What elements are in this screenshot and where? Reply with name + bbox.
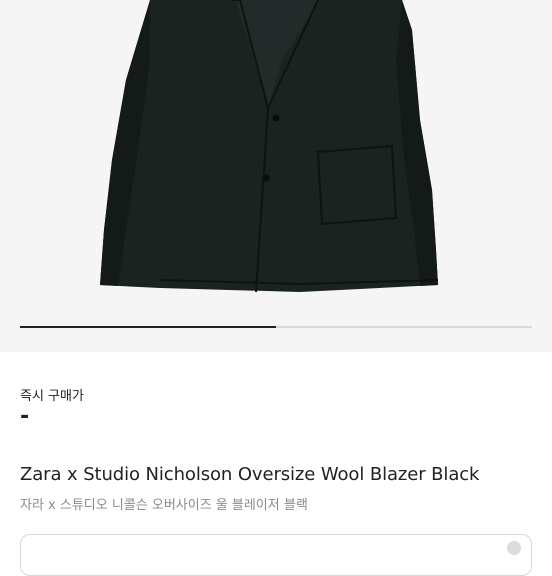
product-title-ko: 자라 x 스튜디오 니콜슨 오버사이즈 울 블레이저 블랙 bbox=[20, 498, 308, 513]
button-bottom-icon bbox=[262, 174, 270, 182]
price-value: - bbox=[20, 404, 30, 429]
chevron-down-icon bbox=[507, 541, 521, 555]
size-select-box[interactable] bbox=[20, 534, 532, 576]
carousel-progress-track bbox=[20, 326, 532, 328]
carousel-progress-fill bbox=[20, 326, 276, 328]
product-title-en: Zara x Studio Nicholson Oversize Wool Bl… bbox=[20, 464, 480, 485]
button-top-icon bbox=[272, 114, 280, 122]
price-label: 즉시 구매가 bbox=[20, 389, 84, 404]
product-image-area[interactable] bbox=[0, 0, 552, 352]
blazer-image bbox=[100, 0, 439, 293]
